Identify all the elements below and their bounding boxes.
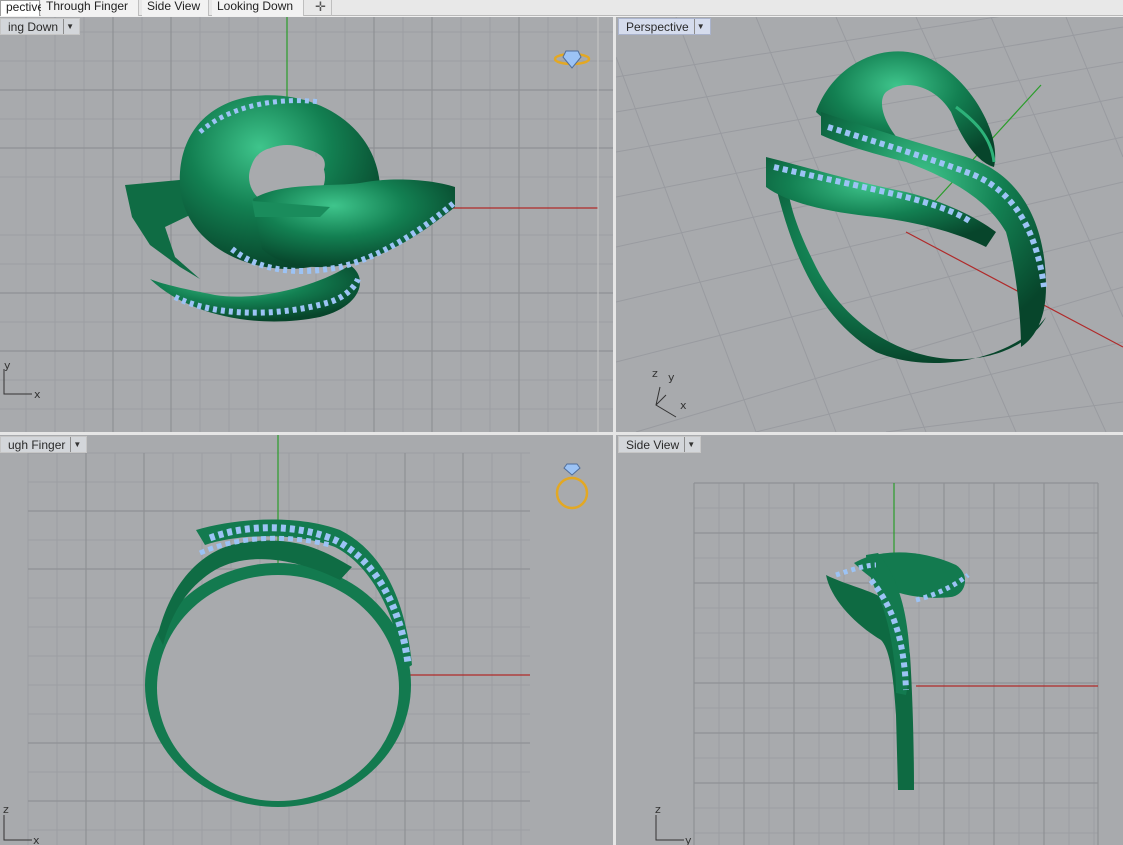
viewport-title: ing Down bbox=[8, 19, 59, 34]
axis-z-label: z bbox=[652, 367, 658, 380]
tab-label: pective bbox=[6, 0, 45, 14]
viewport-looking-down[interactable]: y x ing Down ▼ bbox=[0, 17, 613, 432]
axis-z-label: z bbox=[3, 803, 9, 816]
ring-top-icon[interactable] bbox=[553, 50, 591, 69]
axis-indicator: z x bbox=[3, 803, 40, 845]
viewport-label-perspective[interactable]: Perspective ▼ bbox=[618, 18, 711, 35]
chevron-down-icon[interactable]: ▼ bbox=[693, 19, 707, 34]
axis-y-label: y bbox=[668, 371, 675, 384]
tab-looking-down[interactable]: Looking Down bbox=[212, 0, 304, 16]
tab-label: Looking Down bbox=[217, 0, 294, 13]
ring-model[interactable] bbox=[125, 95, 457, 322]
add-tab-button[interactable]: ✛ bbox=[310, 0, 332, 16]
chevron-down-icon[interactable]: ▼ bbox=[63, 19, 76, 34]
tab-label: Through Finger bbox=[46, 0, 129, 13]
viewport-label-through-finger[interactable]: ugh Finger ▼ bbox=[0, 436, 88, 453]
axis-z-label: z bbox=[655, 803, 661, 816]
ring-front-icon[interactable] bbox=[555, 463, 589, 510]
viewport-label-looking-down[interactable]: ing Down ▼ bbox=[0, 18, 81, 35]
ring-model[interactable] bbox=[826, 552, 970, 790]
axis-y-label: y bbox=[685, 834, 692, 845]
through-finger-canvas[interactable]: z x bbox=[0, 435, 613, 845]
axis-indicator: z y bbox=[655, 803, 692, 845]
viewport-tab-bar: pective Through Finger Side View Looking… bbox=[0, 0, 1123, 16]
viewport-title: Perspective bbox=[626, 19, 689, 34]
viewport-grid: y x ing Down ▼ z y x Perspective ▼ z x u… bbox=[0, 17, 1123, 845]
side-view-canvas[interactable]: z y bbox=[616, 435, 1123, 845]
tab-label: Side View bbox=[147, 0, 201, 13]
viewport-title: Side View bbox=[626, 437, 680, 452]
viewport-side-view[interactable]: z y Side View ▼ bbox=[616, 435, 1123, 845]
viewport-through-finger[interactable]: z x ugh Finger ▼ bbox=[0, 435, 613, 845]
chevron-down-icon[interactable]: ▼ bbox=[70, 437, 83, 452]
axis-y-label: y bbox=[4, 359, 11, 372]
tab-through-finger[interactable]: Through Finger bbox=[41, 0, 139, 16]
tab-side-view[interactable]: Side View bbox=[142, 0, 209, 16]
axis-indicator: z y x bbox=[652, 367, 687, 418]
plus-icon: ✛ bbox=[315, 0, 326, 14]
chevron-down-icon[interactable]: ▼ bbox=[684, 437, 697, 452]
axis-x-label: x bbox=[680, 399, 687, 412]
ring-model[interactable] bbox=[766, 51, 1047, 364]
looking-down-canvas[interactable]: y x bbox=[0, 17, 613, 432]
viewport-label-side-view[interactable]: Side View ▼ bbox=[618, 436, 702, 453]
viewport-perspective[interactable]: z y x Perspective ▼ bbox=[616, 17, 1123, 432]
tab-perspective[interactable]: pective bbox=[0, 0, 44, 16]
axis-x-label: x bbox=[34, 388, 41, 401]
viewport-title: ugh Finger bbox=[8, 437, 66, 452]
axis-x-label: x bbox=[33, 834, 40, 845]
perspective-canvas[interactable]: z y x bbox=[616, 17, 1123, 432]
